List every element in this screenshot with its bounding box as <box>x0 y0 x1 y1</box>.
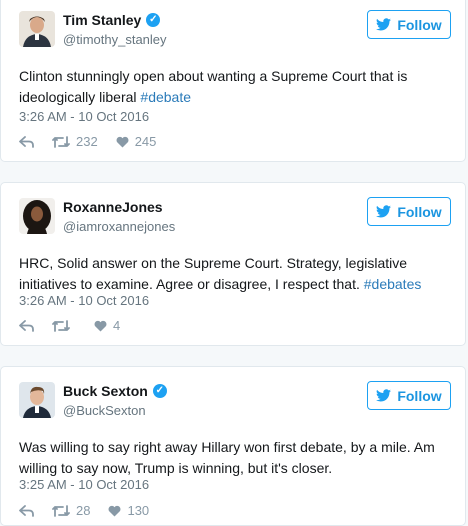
retweet-count: 232 <box>76 134 98 149</box>
author-handle[interactable]: @timothy_stanley <box>63 32 167 47</box>
reply-icon <box>19 135 34 148</box>
author-name[interactable]: Buck Sexton ✓ <box>63 383 167 399</box>
follow-button[interactable]: Follow <box>367 381 451 410</box>
like-count: 245 <box>134 134 157 149</box>
tweet-text: Clinton stunningly open about wanting a … <box>19 68 408 105</box>
retweet-button[interactable]: 232 <box>52 134 98 149</box>
retweet-button[interactable] <box>52 319 76 332</box>
follow-button[interactable]: Follow <box>367 197 451 226</box>
like-icon <box>116 136 129 147</box>
author-handle[interactable]: @BuckSexton <box>63 403 146 418</box>
like-button[interactable]: 245 <box>116 134 157 149</box>
avatar[interactable] <box>19 198 55 234</box>
retweet-icon <box>52 135 70 148</box>
tweet-card: RoxanneJones @iamroxannejones Follow HRC… <box>0 182 466 346</box>
like-count: 4 <box>113 318 121 333</box>
tweet-text: HRC, Solid answer on the Supreme Court. … <box>19 255 422 292</box>
tweet-text: Was willing to say right away Hillary wo… <box>19 439 435 476</box>
author-name[interactable]: RoxanneJones <box>63 199 163 215</box>
hashtag-link[interactable]: #debate <box>140 89 191 105</box>
verified-badge-icon: ✓ <box>146 13 161 27</box>
verified-badge-icon: ✓ <box>152 384 167 398</box>
reply-button[interactable] <box>19 135 34 148</box>
author-handle[interactable]: @iamroxannejones <box>63 219 175 234</box>
tweet-timestamp[interactable]: 3:25 AM - 10 Oct 2016 <box>19 477 149 492</box>
like-icon <box>94 320 107 331</box>
follow-button[interactable]: Follow <box>367 10 451 39</box>
retweet-icon <box>52 319 70 332</box>
avatar[interactable] <box>19 11 55 47</box>
reply-icon <box>19 319 34 332</box>
hashtag-link[interactable]: #debates <box>364 276 422 292</box>
twitter-bird-icon <box>376 18 392 31</box>
tweet-timestamp[interactable]: 3:26 AM - 10 Oct 2016 <box>19 109 149 124</box>
tweet-actions: 232 245 <box>19 134 174 149</box>
twitter-bird-icon <box>376 389 392 402</box>
avatar[interactable] <box>19 382 55 418</box>
tweet-card: Buck Sexton ✓ @BuckSexton Follow Was wil… <box>0 366 466 526</box>
tweet-actions: 4 <box>19 318 138 333</box>
like-button[interactable]: 4 <box>94 318 120 333</box>
author-name[interactable]: Tim Stanley ✓ <box>63 12 161 28</box>
tweet-timestamp[interactable]: 3:26 AM - 10 Oct 2016 <box>19 293 149 308</box>
reply-button[interactable] <box>19 319 34 332</box>
tweet-card: Tim Stanley ✓ @timothy_stanley Follow Cl… <box>0 0 466 162</box>
twitter-bird-icon <box>376 205 392 218</box>
